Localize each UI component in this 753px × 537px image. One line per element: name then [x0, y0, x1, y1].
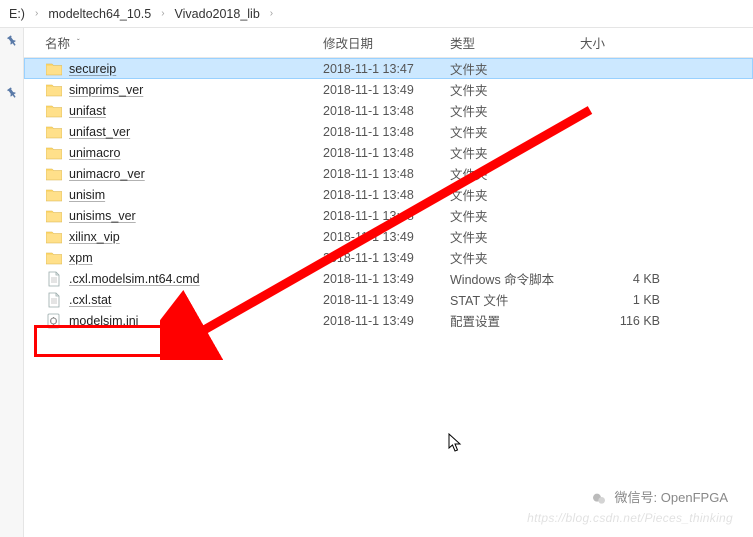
column-header-size[interactable]: 大小: [580, 33, 660, 52]
watermark-csdn: https://blog.csdn.net/Pieces_thinking: [527, 511, 733, 525]
file-row[interactable]: unimacro_ver2018-11-1 13:48文件夹: [24, 163, 753, 184]
file-type: 文件夹: [450, 101, 580, 120]
file-date: 2018-11-1 13:49: [323, 251, 450, 265]
file-date: 2018-11-1 13:48: [323, 146, 450, 160]
watermark-label: 微信号:: [615, 490, 658, 505]
settings-file-icon: [45, 312, 63, 330]
file-row[interactable]: unisims_ver2018-11-1 13:48文件夹: [24, 205, 753, 226]
breadcrumb-seg1[interactable]: modeltech64_10.5: [45, 5, 154, 23]
chevron-right-icon: ›: [154, 8, 171, 19]
column-header-name[interactable]: 名称 ˇ: [45, 33, 323, 52]
file-row[interactable]: unisim2018-11-1 13:48文件夹: [24, 184, 753, 205]
column-header-date[interactable]: 修改日期: [323, 33, 450, 52]
file-name: xilinx_vip: [69, 230, 323, 244]
file-name: unisim: [69, 188, 323, 202]
file-date: 2018-11-1 13:49: [323, 83, 450, 97]
folder-icon: [45, 165, 63, 183]
folder-icon: [45, 144, 63, 162]
file-row[interactable]: unifast2018-11-1 13:48文件夹: [24, 100, 753, 121]
folder-icon: [45, 186, 63, 204]
watermark-value: OpenFPGA: [661, 490, 728, 505]
column-header-name-label: 名称: [45, 33, 70, 52]
file-row[interactable]: simprims_ver2018-11-1 13:49文件夹: [24, 79, 753, 100]
file-type: 文件夹: [450, 248, 580, 267]
file-name: modelsim.ini: [69, 314, 323, 328]
file-name: secureip: [69, 62, 323, 76]
file-type: 文件夹: [450, 80, 580, 99]
file-row[interactable]: modelsim.ini2018-11-1 13:49配置设置116 KB: [24, 310, 753, 331]
file-icon: [45, 291, 63, 309]
pin-icon: [6, 86, 18, 98]
breadcrumb-root[interactable]: E:): [6, 5, 28, 23]
file-type: STAT 文件: [450, 290, 580, 309]
file-type: 文件夹: [450, 122, 580, 141]
breadcrumb[interactable]: E:) › modeltech64_10.5 › Vivado2018_lib …: [0, 0, 753, 28]
chevron-right-icon: ›: [263, 8, 280, 19]
file-name: unifast: [69, 104, 323, 118]
folder-icon: [45, 249, 63, 267]
file-date: 2018-11-1 13:49: [323, 272, 450, 286]
file-type: 文件夹: [450, 164, 580, 183]
column-header-type[interactable]: 类型: [450, 33, 580, 52]
file-name: .cxl.modelsim.nt64.cmd: [69, 272, 323, 286]
file-date: 2018-11-1 13:49: [323, 230, 450, 244]
chevron-right-icon: ›: [28, 8, 45, 19]
wechat-icon: [591, 491, 607, 507]
file-name: unimacro_ver: [69, 167, 323, 181]
watermark-wechat: 微信号: OpenFPGA: [591, 487, 728, 507]
file-type: 文件夹: [450, 143, 580, 162]
column-header-type-label: 类型: [450, 33, 475, 52]
file-row[interactable]: xpm2018-11-1 13:49文件夹: [24, 247, 753, 268]
column-header-row: 名称 ˇ 修改日期 类型 大小: [0, 28, 753, 58]
file-date: 2018-11-1 13:48: [323, 209, 450, 223]
folder-icon: [45, 207, 63, 225]
file-name: .cxl.stat: [69, 293, 323, 307]
file-row[interactable]: secureip2018-11-1 13:47文件夹: [24, 58, 753, 79]
file-size: 1 KB: [580, 293, 660, 307]
folder-icon: [45, 60, 63, 78]
pin-icon: [6, 34, 18, 46]
file-row[interactable]: .cxl.stat2018-11-1 13:49STAT 文件1 KB: [24, 289, 753, 310]
file-date: 2018-11-1 13:49: [323, 293, 450, 307]
file-type: 配置设置: [450, 311, 580, 330]
folder-icon: [45, 123, 63, 141]
folder-icon: [45, 81, 63, 99]
column-header-date-label: 修改日期: [323, 33, 373, 52]
file-name: unisims_ver: [69, 209, 323, 223]
file-row[interactable]: .cxl.modelsim.nt64.cmd2018-11-1 13:49Win…: [24, 268, 753, 289]
file-date: 2018-11-1 13:48: [323, 188, 450, 202]
file-type: Windows 命令脚本: [450, 269, 580, 288]
file-date: 2018-11-1 13:48: [323, 125, 450, 139]
file-row[interactable]: xilinx_vip2018-11-1 13:49文件夹: [24, 226, 753, 247]
file-size: 4 KB: [580, 272, 660, 286]
file-type: 文件夹: [450, 59, 580, 78]
file-date: 2018-11-1 13:48: [323, 167, 450, 181]
file-name: unimacro: [69, 146, 323, 160]
sort-indicator-icon: ˇ: [77, 38, 80, 47]
file-row[interactable]: unimacro2018-11-1 13:48文件夹: [24, 142, 753, 163]
file-name: xpm: [69, 251, 323, 265]
file-date: 2018-11-1 13:47: [323, 62, 450, 76]
quick-access-sidebar: [0, 28, 24, 537]
file-row[interactable]: unifast_ver2018-11-1 13:48文件夹: [24, 121, 753, 142]
file-type: 文件夹: [450, 185, 580, 204]
file-date: 2018-11-1 13:48: [323, 104, 450, 118]
file-name: unifast_ver: [69, 125, 323, 139]
folder-icon: [45, 228, 63, 246]
breadcrumb-seg2[interactable]: Vivado2018_lib: [172, 5, 263, 23]
folder-icon: [45, 102, 63, 120]
file-list[interactable]: secureip2018-11-1 13:47文件夹simprims_ver20…: [24, 58, 753, 537]
file-name: simprims_ver: [69, 83, 323, 97]
file-icon: [45, 270, 63, 288]
column-header-size-label: 大小: [580, 33, 605, 52]
file-type: 文件夹: [450, 227, 580, 246]
file-type: 文件夹: [450, 206, 580, 225]
file-date: 2018-11-1 13:49: [323, 314, 450, 328]
file-size: 116 KB: [580, 314, 660, 328]
